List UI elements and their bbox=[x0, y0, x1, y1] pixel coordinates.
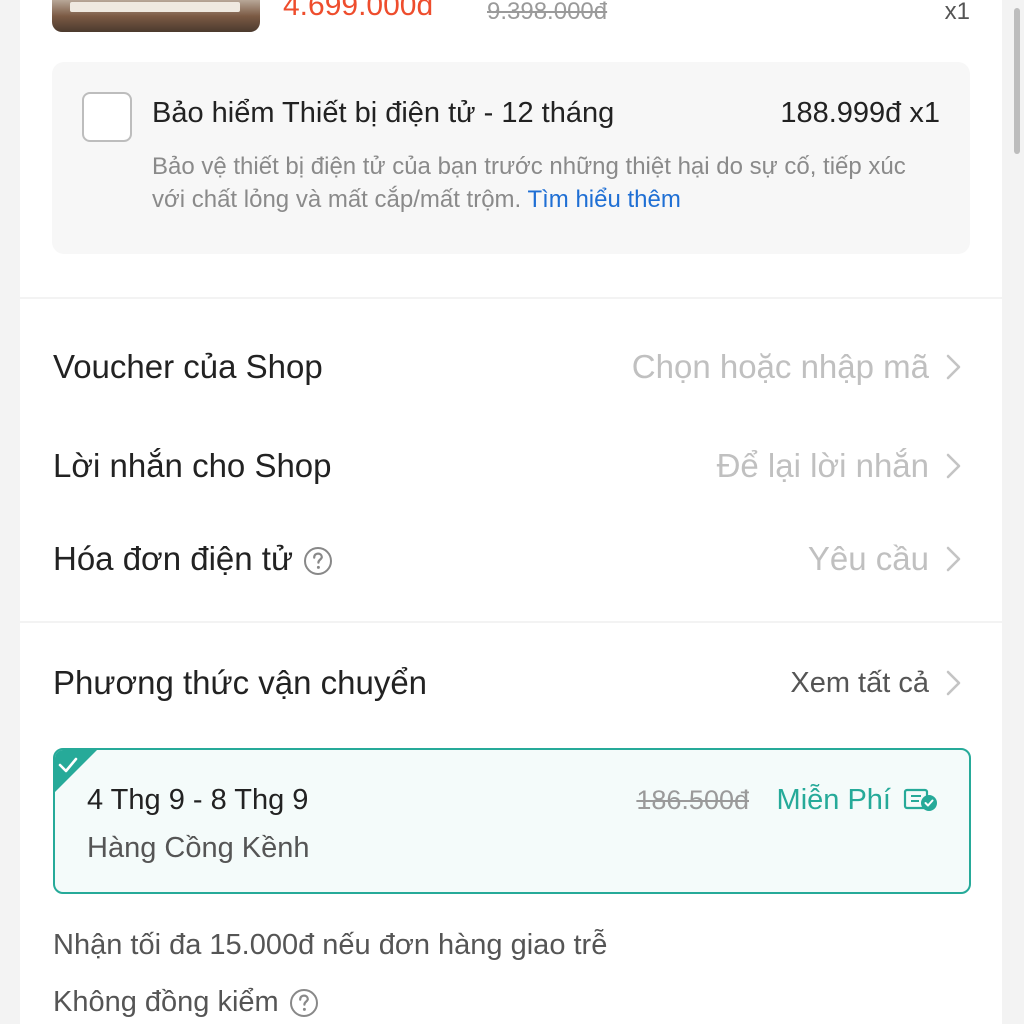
e-invoice-label-wrap: Hóa đơn điện tử bbox=[53, 529, 333, 589]
shipping-old-fee: 186.500đ bbox=[636, 785, 749, 815]
help-icon[interactable] bbox=[289, 988, 319, 1018]
late-delivery-note: Nhận tối đa 15.000đ nếu đơn hàng giao tr… bbox=[53, 929, 608, 961]
shipping-fee: Miễn Phí bbox=[776, 784, 891, 816]
insurance-description: Bảo vệ thiết bị điện tử của bạn trước nh… bbox=[152, 150, 942, 216]
e-invoice-row[interactable]: Hóa đơn điện tử Yêu cầu bbox=[53, 529, 969, 589]
checkout-page: 4.699.000đ 9.398.000đ x1 Bảo hiểm Thiết … bbox=[0, 0, 1024, 1024]
shipping-title: Phương thức vận chuyển bbox=[53, 664, 428, 701]
e-invoice-label: Hóa đơn điện tử bbox=[53, 540, 294, 577]
shop-options-card: Voucher của Shop Chọn hoặc nhập mã Lời n… bbox=[20, 299, 1002, 621]
shop-voucher-value: Chọn hoặc nhập mã bbox=[631, 348, 929, 385]
scrollbar[interactable] bbox=[1014, 8, 1020, 154]
inspection-note-wrap: Không đồng kiểm bbox=[53, 980, 319, 1024]
product-thumbnail bbox=[52, 0, 260, 32]
free-shipping-voucher-icon bbox=[903, 788, 937, 811]
chevron-right-icon[interactable] bbox=[937, 667, 969, 699]
help-icon[interactable] bbox=[303, 546, 333, 576]
insurance-option[interactable]: Bảo hiểm Thiết bị điện tử - 12 tháng 188… bbox=[52, 62, 970, 254]
chevron-right-icon bbox=[946, 354, 961, 380]
view-all-shipping-link[interactable]: Xem tất cả bbox=[790, 653, 929, 713]
learn-more-link[interactable]: Tìm hiểu thêm bbox=[527, 186, 680, 213]
shop-message-row[interactable]: Lời nhắn cho Shop Để lại lời nhắn bbox=[53, 436, 969, 496]
shipping-type: Hàng Cồng Kềnh bbox=[87, 832, 310, 864]
insurance-checkbox[interactable] bbox=[82, 92, 132, 142]
shop-message-value: Để lại lời nhắn bbox=[716, 447, 929, 484]
product-old-price: 9.398.000đ bbox=[487, 0, 608, 25]
product-quantity: x1 bbox=[944, 0, 970, 25]
shop-message-label: Lời nhắn cho Shop bbox=[53, 447, 332, 484]
e-invoice-value: Yêu cầu bbox=[807, 540, 929, 577]
shop-voucher-row[interactable]: Voucher của Shop Chọn hoặc nhập mã bbox=[53, 337, 969, 397]
product-card: 4.699.000đ 9.398.000đ x1 Bảo hiểm Thiết … bbox=[20, 0, 1002, 297]
shipping-date-range: 4 Thg 9 - 8 Thg 9 bbox=[87, 784, 309, 816]
product-price: 4.699.000đ bbox=[283, 0, 434, 22]
shop-voucher-label: Voucher của Shop bbox=[53, 348, 323, 385]
chevron-right-icon bbox=[946, 546, 961, 572]
insurance-title: Bảo hiểm Thiết bị điện tử - 12 tháng bbox=[152, 97, 615, 129]
chevron-right-icon bbox=[946, 453, 961, 479]
inspection-note: Không đồng kiểm bbox=[53, 986, 279, 1018]
shipping-option-selected[interactable]: 4 Thg 9 - 8 Thg 9 Hàng Cồng Kềnh 186.500… bbox=[53, 748, 971, 894]
shipping-card: Phương thức vận chuyển Xem tất cả 4 Thg … bbox=[20, 623, 1002, 1024]
insurance-price: 188.999đ x1 bbox=[780, 97, 940, 129]
